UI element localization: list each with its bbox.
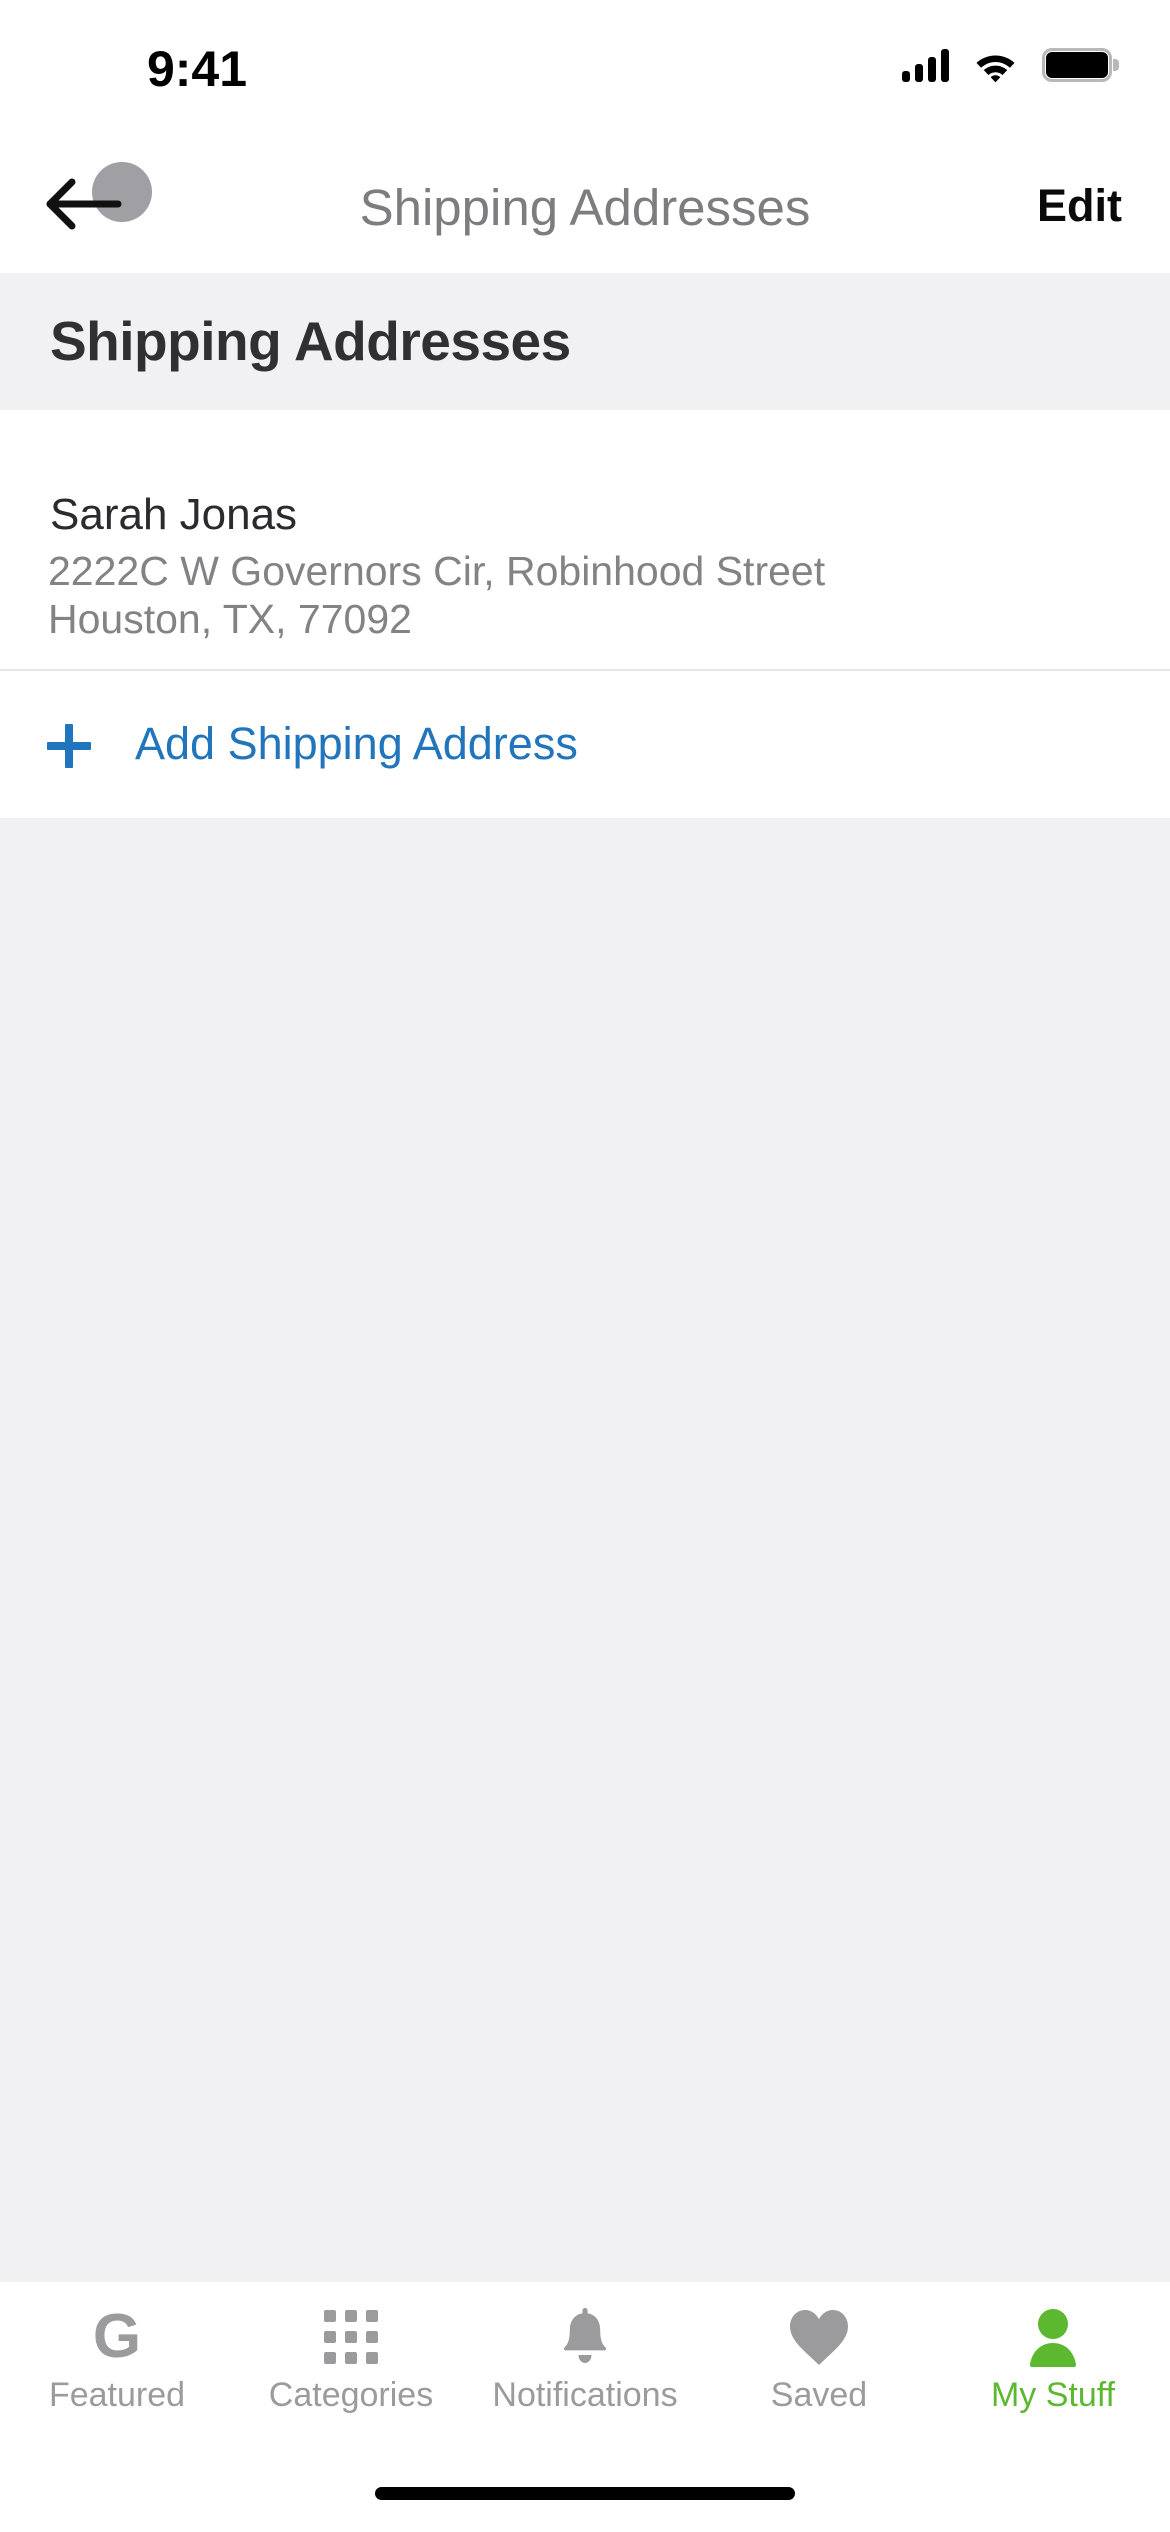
tab-my-stuff[interactable]: My Stuff [936,2282,1170,2472]
tab-featured-label: Featured [48,2376,186,2414]
phone-screen: 9:41 Shipping Addresses Edit Shipping Ad… [0,0,1170,2532]
status-bar-icons [902,48,1119,83]
plus-icon [47,724,91,768]
tab-my-stuff-label: My Stuff [990,2376,1116,2414]
address-recipient-name: Sarah Jonas [50,490,298,539]
tab-saved[interactable]: Saved [702,2282,936,2472]
address-city-state-zip: Houston, TX, 77092 [48,596,412,642]
battery-full-icon [1042,48,1119,82]
tab-featured[interactable]: G Featured [0,2282,234,2472]
person-icon [1024,2304,1082,2370]
navigation-bar: Shipping Addresses Edit [0,130,1170,273]
cellular-signal-icon [902,48,949,82]
tab-saved-label: Saved [770,2376,868,2414]
bottom-tab-bar: G Featured Categories Notifications Save… [0,2282,1170,2472]
bell-icon [559,2304,611,2370]
tab-notifications[interactable]: Notifications [468,2282,702,2472]
tab-notifications-label: Notifications [492,2376,678,2414]
tab-categories-label: Categories [268,2376,434,2414]
home-indicator[interactable] [375,2487,795,2500]
grid-icon [324,2304,378,2370]
empty-content-area [0,818,1170,2282]
address-street-line: 2222C W Governors Cir, Robinhood Street [48,548,826,594]
add-shipping-address-button[interactable]: Add Shipping Address [0,671,1170,818]
heart-icon [788,2304,850,2370]
edit-button[interactable]: Edit [1037,180,1122,232]
nav-title: Shipping Addresses [359,179,811,236]
address-list-item[interactable]: Sarah Jonas 2222C W Governors Cir, Robin… [0,410,1170,670]
tab-categories[interactable]: Categories [234,2282,468,2472]
wifi-icon [973,48,1018,83]
add-shipping-address-label: Add Shipping Address [135,718,578,769]
letter-g-icon: G [92,2302,142,2371]
page-title: Shipping Addresses [50,310,571,372]
section-header-band: Shipping Addresses [0,273,1170,410]
status-bar-time: 9:41 [146,41,248,97]
status-bar: 9:41 [0,0,1170,130]
